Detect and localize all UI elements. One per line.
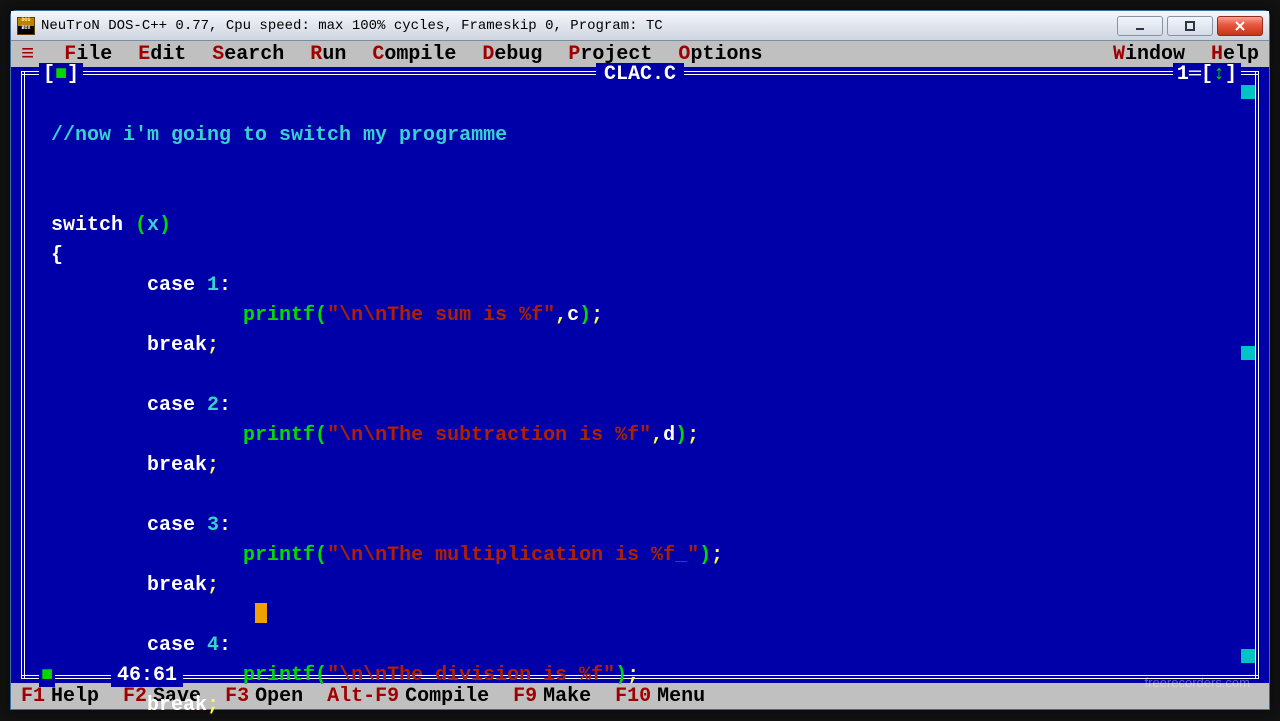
code-editor[interactable]: //now i'm going to switch my programme s… [51,91,1229,663]
minimize-button[interactable] [1117,16,1163,36]
window-buttons [1117,16,1263,36]
menu-debug[interactable]: Debug [482,43,542,66]
code-comment: //now i'm going to switch my programme [51,124,507,147]
dosbox-icon: DOSBOX [17,17,35,35]
scroll-thumb[interactable] [1241,346,1255,360]
dos-screen: ≡ File Edit Search Run Compile Debug Pro… [11,41,1269,709]
scroll-up-icon[interactable] [1241,85,1255,99]
scroll-down-icon[interactable] [1241,649,1255,663]
close-button[interactable] [1217,16,1263,36]
dosbox-window: DOSBOX NeuTroN DOS-C++ 0.77, Cpu speed: … [10,10,1270,710]
watermark: freerecorders.com [1145,675,1250,690]
menu-compile[interactable]: Compile [372,43,456,66]
menu-search[interactable]: Search [212,43,284,66]
menu-run[interactable]: Run [310,43,346,66]
menu-edit[interactable]: Edit [138,43,186,66]
vertical-scrollbar[interactable] [1241,85,1255,665]
text-cursor [255,603,267,623]
menu-options[interactable]: Options [678,43,762,66]
frame-zoom-icon[interactable]: 1═[↕] [1173,63,1241,86]
editor-filename: CLAC.C [596,63,684,86]
titlebar[interactable]: DOSBOX NeuTroN DOS-C++ 0.77, Cpu speed: … [11,11,1269,41]
maximize-button[interactable] [1167,16,1213,36]
frame-close-icon[interactable]: [■] [39,63,83,86]
system-menu-icon[interactable]: ≡ [21,42,38,67]
editor-frame: [■] CLAC.C 1═[↕] ■ 46:61 //now i'm going… [11,67,1269,683]
window-title: NeuTroN DOS-C++ 0.77, Cpu speed: max 100… [41,18,1117,34]
